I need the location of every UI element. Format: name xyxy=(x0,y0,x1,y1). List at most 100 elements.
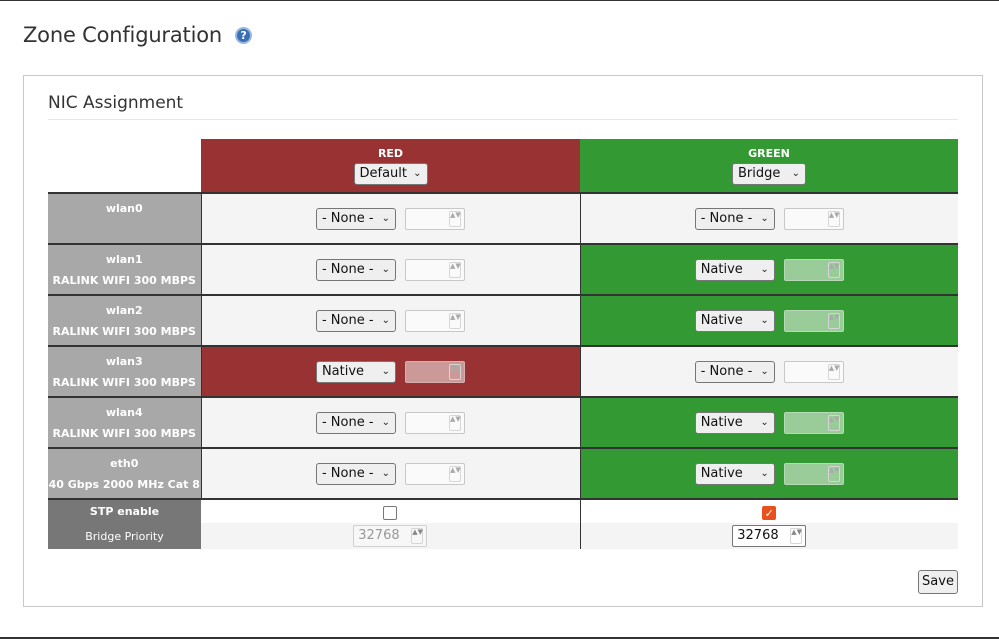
nic-cell-red: - None - ⌄ ▲▼ xyxy=(201,243,580,295)
nic-mode-value: - None - xyxy=(321,261,374,277)
nic-desc: RALINK WIFI 300 MBPS xyxy=(52,325,196,338)
nic-mode-select-red[interactable]: - None - ⌄ xyxy=(315,411,396,434)
stp-checkbox-red[interactable] xyxy=(383,505,398,520)
chevron-down-icon: ⌄ xyxy=(760,314,769,326)
spinner-icon: ▲▼ xyxy=(790,528,803,544)
nic-mode-select-green[interactable]: Native ⌄ xyxy=(694,411,775,434)
nic-name: wlan4 xyxy=(105,406,143,419)
nic-row: wlan3 RALINK WIFI 300 MBPS Native ⌄ ▲▼ - … xyxy=(48,345,958,397)
panel-title: NIC Assignment xyxy=(48,93,184,113)
vlan-input-green: ▲▼ xyxy=(783,258,844,281)
help-icon[interactable]: ? xyxy=(234,26,252,44)
stp-checkbox-green[interactable]: ✓ xyxy=(762,505,777,520)
save-button[interactable]: Save xyxy=(918,570,958,594)
nic-mode-select-green[interactable]: - None - ⌄ xyxy=(694,360,775,383)
vlan-input-red[interactable]: ▲▼ xyxy=(405,207,466,230)
bridge-priority-value: 32768 xyxy=(358,528,400,543)
nic-mode-value: Native xyxy=(700,312,743,328)
nic-mode-select-green[interactable]: - None - ⌄ xyxy=(694,207,775,230)
zone-table: RED Default ⌄ GREEN Bridge ⌄ wlan0 - Non… xyxy=(48,139,958,549)
bridge-priority-input-red: 32768 ▲▼ xyxy=(353,525,428,547)
nic-desc: RALINK WIFI 300 MBPS xyxy=(52,427,196,440)
spinner-icon: ▲▼ xyxy=(449,465,462,482)
chevron-down-icon: ⌄ xyxy=(413,168,422,179)
vlan-input-red[interactable]: ▲▼ xyxy=(405,309,466,332)
vlan-input-green: ▲▼ xyxy=(783,411,844,434)
nic-mode-select-green[interactable]: Native ⌄ xyxy=(694,258,775,281)
bridge-priority-label: Bridge Priority xyxy=(48,523,201,549)
nic-cell-red: - None - ⌄ ▲▼ xyxy=(201,294,580,346)
stp-cell-red xyxy=(201,498,580,523)
vlan-input-green[interactable]: ▲▼ xyxy=(783,207,844,230)
spinner-icon: ▲▼ xyxy=(449,261,462,278)
nic-label: wlan2 RALINK WIFI 300 MBPS xyxy=(48,294,202,346)
nic-mode-select-green[interactable]: Native ⌄ xyxy=(694,309,775,332)
spinner-icon: ▲▼ xyxy=(449,414,462,431)
nic-label: wlan4 RALINK WIFI 300 MBPS xyxy=(48,396,202,448)
chevron-down-icon: ⌄ xyxy=(760,212,769,224)
zone-name-green: GREEN xyxy=(748,147,790,160)
spinner-icon: ▲▼ xyxy=(827,312,840,329)
nic-mode-select-red[interactable]: - None - ⌄ xyxy=(315,309,396,332)
nic-cell-green: Native ⌄ ▲▼ xyxy=(579,447,958,499)
chevron-down-icon: ⌄ xyxy=(381,314,390,326)
zone-name-red: RED xyxy=(377,147,404,160)
nic-mode-select-red[interactable]: - None - ⌄ xyxy=(315,462,396,485)
nic-mode-value: Native xyxy=(700,414,743,430)
zone-mode-value-red: Default xyxy=(359,166,408,181)
header-blank xyxy=(48,139,201,193)
nic-cell-red: - None - ⌄ ▲▼ xyxy=(201,447,580,499)
nic-mode-select-red[interactable]: - None - ⌄ xyxy=(315,207,396,230)
nic-mode-value: Native xyxy=(321,363,365,379)
nic-cell-red: - None - ⌄ ▲▼ xyxy=(201,396,580,448)
vlan-input-green[interactable]: ▲▼ xyxy=(783,360,844,383)
panel-divider xyxy=(48,119,958,120)
nic-mode-select-red[interactable]: Native ⌄ xyxy=(315,360,396,383)
zone-header-green: GREEN Bridge ⌄ xyxy=(580,139,958,193)
nic-row: wlan1 RALINK WIFI 300 MBPS - None - ⌄ ▲▼ … xyxy=(48,243,958,295)
vlan-input-red[interactable]: ▲▼ xyxy=(405,462,466,485)
zone-header-red: RED Default ⌄ xyxy=(201,139,580,193)
zone-mode-select-green[interactable]: Bridge ⌄ xyxy=(732,163,806,185)
nic-desc: 40 Gbps 2000 MHz Cat 8 xyxy=(48,478,200,491)
nic-cell-red: - None - ⌄ ▲▼ xyxy=(201,192,580,244)
nic-mode-value: - None - xyxy=(321,465,374,481)
nic-row: wlan4 RALINK WIFI 300 MBPS - None - ⌄ ▲▼ … xyxy=(48,396,958,448)
nic-row: wlan2 RALINK WIFI 300 MBPS - None - ⌄ ▲▼ … xyxy=(48,294,958,346)
chevron-down-icon: ⌄ xyxy=(381,416,390,428)
vlan-input-green: ▲▼ xyxy=(783,309,844,332)
nic-cell-green: Native ⌄ ▲▼ xyxy=(579,243,958,295)
chevron-down-icon: ⌄ xyxy=(381,263,390,275)
nic-label: wlan3 RALINK WIFI 300 MBPS xyxy=(48,345,202,397)
vlan-input-red[interactable]: ▲▼ xyxy=(405,411,466,434)
nic-mode-value: - None - xyxy=(321,414,374,430)
chevron-down-icon: ⌄ xyxy=(760,416,769,428)
spinner-icon: ▲▼ xyxy=(411,528,424,544)
nic-mode-select-green[interactable]: Native ⌄ xyxy=(694,462,775,485)
nic-desc: RALINK WIFI 300 MBPS xyxy=(52,376,196,389)
nic-mode-select-red[interactable]: - None - ⌄ xyxy=(315,258,396,281)
nic-assignment-panel: NIC Assignment RED Default ⌄ GREEN Bridg… xyxy=(23,75,983,607)
bridge-priority-cell-red: 32768 ▲▼ xyxy=(201,523,580,549)
page-title: Zone Configuration ? xyxy=(23,23,252,47)
chevron-down-icon: ⌄ xyxy=(381,467,390,479)
spinner-icon: ▲▼ xyxy=(827,261,840,278)
nic-label: wlan0 xyxy=(48,192,202,244)
nic-label: wlan1 RALINK WIFI 300 MBPS xyxy=(48,243,202,295)
nic-cell-green: - None - ⌄ ▲▼ xyxy=(579,345,958,397)
nic-mode-value: - None - xyxy=(700,363,753,379)
check-icon: ✓ xyxy=(764,506,774,520)
vlan-input-green: ▲▼ xyxy=(783,462,844,485)
chevron-down-icon: ⌄ xyxy=(381,212,390,224)
nic-mode-value: - None - xyxy=(700,210,753,226)
nic-name: eth0 xyxy=(110,457,139,470)
vlan-input-red[interactable]: ▲▼ xyxy=(405,258,466,281)
spinner-icon: ▲▼ xyxy=(449,312,462,329)
chevron-down-icon: ⌄ xyxy=(760,365,769,377)
nic-name: wlan1 xyxy=(105,253,143,266)
stp-cell-green: ✓ xyxy=(579,498,958,523)
nic-mode-value: - None - xyxy=(321,210,374,226)
zone-mode-select-red[interactable]: Default ⌄ xyxy=(353,163,428,185)
bridge-priority-input-green[interactable]: 32768 ▲▼ xyxy=(732,525,807,547)
nic-row: wlan0 - None - ⌄ ▲▼ - None - ⌄ ▲▼ xyxy=(48,192,958,244)
